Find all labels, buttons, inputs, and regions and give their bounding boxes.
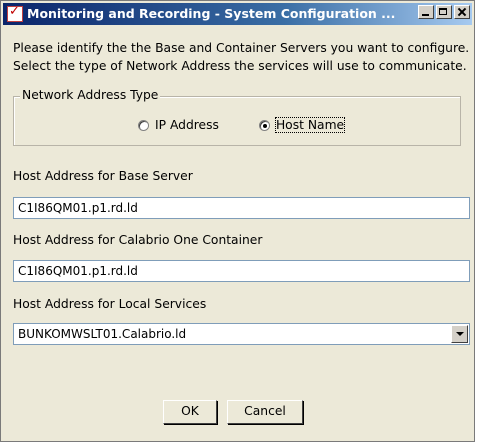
instructions-line-1: Please identify the the Base and Contain… (13, 41, 470, 55)
container-label: Host Address for Calabrio One Container (13, 233, 263, 247)
close-icon[interactable] (454, 5, 470, 19)
local-services-label: Host Address for Local Services (13, 297, 207, 311)
local-services-select[interactable]: BUNKOMWSLT01.Calabrio.ld (13, 323, 470, 345)
host-name-radio[interactable] (258, 119, 270, 131)
chevron-down-icon[interactable] (451, 325, 468, 343)
ip-address-label[interactable]: IP Address (155, 118, 219, 132)
network-address-type-group: Network Address Type IP Address Host Nam… (13, 88, 461, 146)
app-check-icon: ✓ (7, 4, 23, 22)
configuration-dialog: ✓ Monitoring and Recording - System Conf… (0, 0, 475, 442)
network-address-type-label: Network Address Type (20, 88, 161, 102)
base-server-input[interactable]: C1I86QM01.p1.rd.ld (13, 197, 470, 219)
maximize-icon[interactable] (436, 5, 452, 19)
window-controls (416, 5, 470, 19)
instructions-line-2: Select the type of Network Address the s… (13, 59, 467, 73)
radio-row: IP Address Host Name (138, 117, 346, 133)
minimize-icon[interactable] (418, 5, 434, 19)
cancel-button[interactable]: Cancel (227, 400, 303, 424)
window-title: Monitoring and Recording - System Config… (27, 6, 396, 21)
ip-address-radio[interactable] (138, 119, 149, 131)
local-services-value: BUNKOMWSLT01.Calabrio.ld (18, 327, 187, 341)
title-bar[interactable]: ✓ Monitoring and Recording - System Conf… (3, 3, 472, 25)
ok-button[interactable]: OK (163, 400, 217, 424)
container-input[interactable]: C1I86QM01.p1.rd.ld (13, 260, 470, 282)
instructions: Please identify the the Base and Contain… (13, 39, 473, 75)
base-server-label: Host Address for Base Server (13, 169, 193, 183)
host-name-label[interactable]: Host Name (274, 117, 346, 133)
